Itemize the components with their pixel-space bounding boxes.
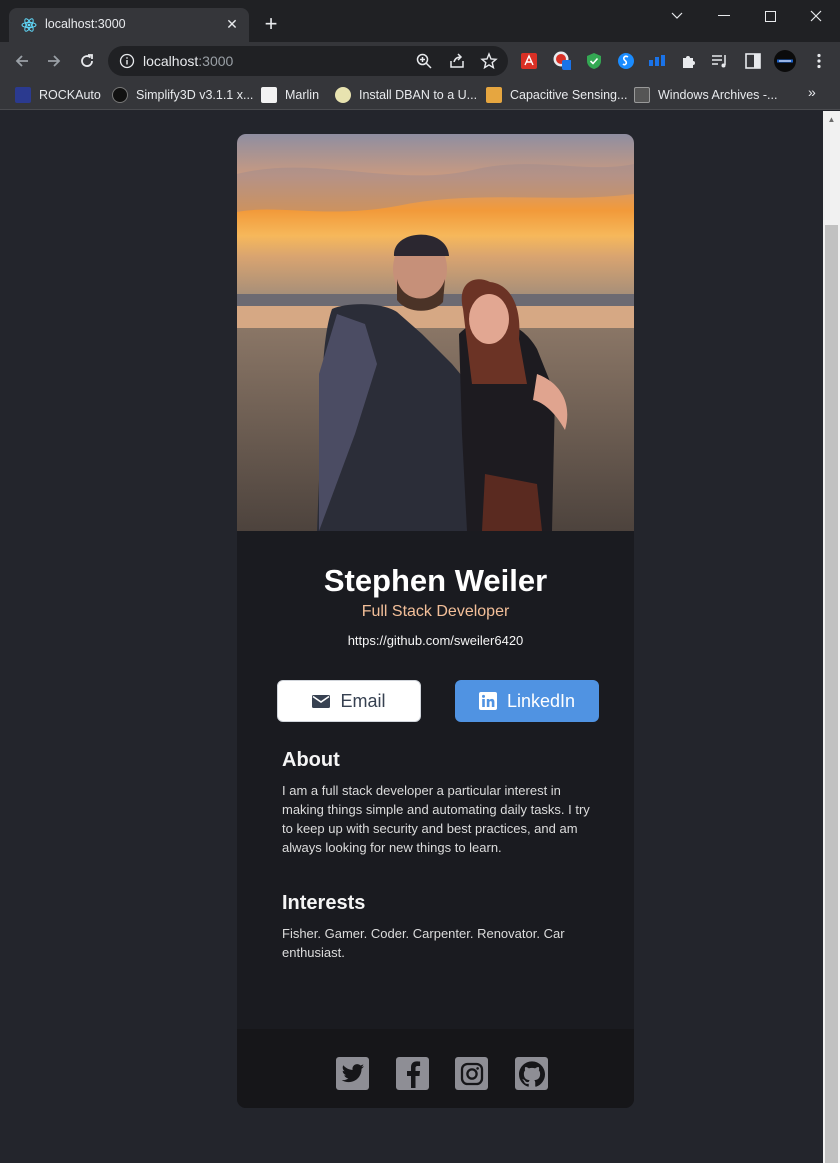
minimize-button[interactable] — [701, 0, 747, 32]
bookmark-marlin[interactable]: Marlin — [261, 85, 319, 105]
lastpass-extension-icon[interactable] — [553, 51, 571, 70]
close-tab-icon[interactable]: ✕ — [223, 15, 241, 33]
browser-menu-icon[interactable] — [810, 52, 828, 70]
instagram-icon[interactable] — [455, 1057, 488, 1090]
site-info-icon[interactable] — [119, 53, 135, 69]
interests-text: Fisher. Gamer. Coder. Carpenter. Renovat… — [282, 926, 565, 960]
shazam-extension-icon[interactable] — [617, 52, 635, 70]
profile-name: Stephen Weiler — [323, 563, 548, 598]
bookmark-simplify3d[interactable]: Simplify3D v3.1.1 x... — [112, 85, 253, 105]
marlin-icon — [261, 87, 277, 103]
profile-role: Full Stack Developer — [361, 603, 510, 620]
about-text: I am a full stack developer a particular… — [282, 783, 590, 855]
rockauto-icon — [15, 87, 31, 103]
twitter-icon[interactable] — [336, 1057, 369, 1090]
react-icon — [21, 18, 37, 32]
scroll-up-arrow-icon[interactable]: ▲ — [823, 111, 840, 128]
linkedin-button-label: LinkedIn — [506, 690, 576, 711]
trello-extension-icon[interactable] — [648, 52, 666, 70]
bookmark-windows-archives[interactable]: Windows Archives -... — [634, 85, 777, 105]
email-button[interactable]: Email — [277, 680, 421, 722]
bookmark-capacitive-sensing[interactable]: Capacitive Sensing... — [486, 85, 627, 105]
capacitive-sensing-icon — [486, 87, 502, 103]
bookmark-dban[interactable]: Install DBAN to a U... — [335, 85, 477, 105]
interests-heading: Interests — [282, 892, 366, 914]
simplify3d-icon — [112, 87, 128, 103]
forward-button[interactable] — [42, 49, 66, 73]
back-button[interactable] — [10, 49, 34, 73]
dban-icon — [335, 87, 351, 103]
tab-title: localhost:3000 — [45, 17, 126, 31]
maximize-button[interactable] — [747, 0, 793, 32]
profile-photo — [237, 134, 634, 531]
scroll-thumb[interactable] — [825, 225, 838, 1163]
mail-icon — [312, 694, 331, 708]
profile-body: Stephen Weiler Full Stack Developer http… — [237, 531, 634, 1029]
social-footer — [237, 1029, 634, 1108]
tab-search-icon[interactable] — [654, 0, 700, 32]
about-heading: About — [282, 749, 340, 771]
page-scrollbar[interactable]: ▲ — [823, 111, 840, 1163]
bookmarks-bar: ROCKAuto Simplify3D v3.1.1 x... Marlin I… — [0, 80, 840, 110]
email-button-label: Email — [340, 690, 386, 711]
address-bar[interactable]: localhost:3000 — [108, 46, 508, 76]
adblock-shield-icon[interactable] — [585, 52, 603, 70]
bookmark-star-icon[interactable] — [480, 52, 498, 70]
pdf-extension-icon[interactable] — [520, 52, 538, 70]
more-bookmarks-icon[interactable]: » — [808, 84, 824, 104]
share-icon[interactable] — [448, 52, 466, 70]
side-panel-icon[interactable] — [744, 52, 762, 70]
profile-website-link[interactable]: https://github.com/sweiler6420 — [237, 633, 634, 648]
browser-tab[interactable]: localhost:3000 ✕ — [9, 8, 249, 42]
extensions-puzzle-icon[interactable] — [680, 52, 698, 70]
windows-archives-icon — [634, 87, 650, 103]
facebook-icon[interactable] — [396, 1057, 429, 1090]
close-window-button[interactable] — [793, 0, 839, 32]
profile-card: Stephen Weiler Full Stack Developer http… — [237, 134, 634, 1108]
url-text[interactable]: localhost:3000 — [143, 53, 233, 69]
linkedin-icon — [478, 692, 497, 710]
browser-tab-bar: localhost:3000 ✕ + — [0, 0, 840, 42]
profile-avatar[interactable] — [774, 50, 796, 72]
github-icon[interactable] — [515, 1057, 548, 1090]
browser-toolbar: localhost:3000 — [0, 42, 840, 80]
bookmark-rockauto[interactable]: ROCKAuto — [15, 85, 101, 105]
reload-button[interactable] — [75, 49, 99, 73]
zoom-icon[interactable] — [415, 52, 433, 70]
new-tab-button[interactable]: + — [260, 13, 282, 35]
linkedin-button[interactable]: LinkedIn — [455, 680, 599, 722]
media-control-icon[interactable] — [711, 52, 729, 70]
